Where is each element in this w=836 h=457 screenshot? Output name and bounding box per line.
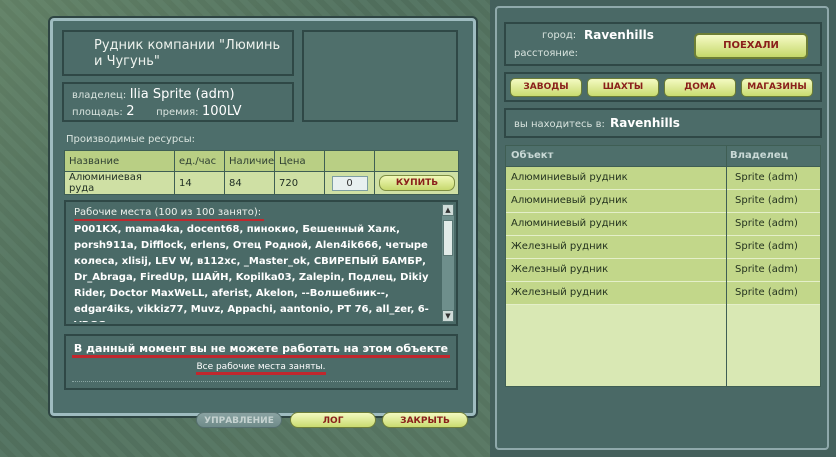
buy-button[interactable]: КУПИТЬ (379, 175, 455, 191)
object-title-box: Рудник компании "Люминь и Чугунь" (62, 30, 294, 76)
resources-header-row: Название ед./час Наличие Цена (64, 150, 459, 172)
area-label: площадь: (72, 107, 123, 118)
col-perhour-header: ед./час (174, 150, 225, 172)
go-button[interactable]: ПОЕХАЛИ (694, 33, 808, 59)
table-row[interactable]: Железный рудник Sprite (adm) (506, 236, 820, 259)
object-name: Железный рудник (511, 241, 609, 252)
table-row[interactable]: Железный рудник Sprite (adm) (506, 259, 820, 282)
col-qty-header (324, 150, 375, 172)
object-title: Рудник компании "Люминь и Чугунь" (94, 38, 281, 69)
col-object-header: Объект (511, 150, 554, 161)
quantity-input[interactable]: 0 (331, 175, 368, 191)
resource-name: Алюминиевая руда (64, 171, 175, 195)
scroll-up-icon[interactable]: ▲ (442, 204, 454, 216)
location-value: Ravenhills (610, 116, 680, 130)
object-owner: Sprite (adm) (735, 195, 798, 206)
area-value: 2 (126, 104, 135, 119)
table-row[interactable]: Алюминиевый рудник Sprite (adm) (506, 167, 820, 190)
col-name-header: Название (64, 150, 175, 172)
objects-table: Объект Владелец Алюминиевый рудник Sprit… (505, 145, 821, 387)
current-location: вы находитесь в: Ravenhills (504, 108, 822, 138)
owner-name: Ilia Sprite (adm) (129, 87, 235, 102)
owner-info: владелец: Ilia Sprite (adm) площадь: 2 п… (62, 82, 294, 122)
object-name: Железный рудник (511, 287, 609, 298)
buy-cell: КУПИТЬ (374, 171, 459, 195)
objects-header-row: Объект Владелец (506, 146, 820, 167)
table-row[interactable]: Алюминиевый рудник Sprite (adm) (506, 190, 820, 213)
workers-scrollbar[interactable]: ▲ ▼ (442, 204, 454, 322)
table-row[interactable]: Алюминиевый рудник Sprite (adm) (506, 213, 820, 236)
object-owner: Sprite (adm) (735, 264, 798, 275)
city-name: Ravenhills (584, 28, 654, 42)
resource-stock: 84 (224, 171, 275, 195)
workers-list: P001KX, mama4ka, docent68, пинокио, Беше… (74, 224, 429, 322)
manage-button[interactable]: УПРАВЛЕНИЕ (196, 412, 282, 428)
tab-factories[interactable]: ЗАВОДЫ (510, 78, 582, 97)
owner-label: владелец: (72, 90, 127, 101)
object-owner: Sprite (adm) (735, 172, 798, 183)
object-name: Алюминиевый рудник (511, 218, 628, 229)
object-owner: Sprite (adm) (735, 218, 798, 229)
tab-houses[interactable]: ДОМА (664, 78, 736, 97)
close-button[interactable]: ЗАКРЫТЬ (382, 412, 468, 428)
object-name: Алюминиевый рудник (511, 195, 628, 206)
bonus-label: премия: (156, 107, 199, 118)
column-divider (726, 146, 727, 386)
city-label: город: (542, 30, 577, 41)
table-row: Алюминиевая руда 14 84 720 0 КУПИТЬ (64, 171, 459, 195)
log-button[interactable]: ЛОГ (290, 412, 376, 428)
divider (72, 381, 450, 382)
col-owner-header: Владелец (730, 150, 789, 161)
object-image (302, 30, 458, 122)
workers-header: Рабочие места (100 из 100 занято): (74, 206, 264, 221)
col-action-header (374, 150, 459, 172)
resources-table: Название ед./час Наличие Цена Алюминиева… (64, 150, 459, 195)
bonus-value: 100LV (202, 104, 242, 119)
object-name: Железный рудник (511, 264, 609, 275)
resource-price: 720 (274, 171, 325, 195)
resources-caption: Производимые ресурсы: (66, 134, 196, 145)
workers-box: Рабочие места (100 из 100 занято): P001K… (64, 200, 458, 326)
notice-main: В данный момент вы не можете работать на… (71, 342, 451, 358)
object-owner: Sprite (adm) (735, 241, 798, 252)
col-price-header: Цена (274, 150, 325, 172)
object-name: Алюминиевый рудник (511, 172, 628, 183)
tab-shops[interactable]: МАГАЗИНЫ (741, 78, 813, 97)
resource-per-hour: 14 (174, 171, 225, 195)
table-row[interactable]: Железный рудник Sprite (adm) (506, 282, 820, 305)
notice-box: В данный момент вы не можете работать на… (64, 334, 458, 390)
qty-cell: 0 (324, 171, 375, 195)
workers-text: Рабочие места (100 из 100 занято): P001K… (74, 206, 438, 322)
tab-mines[interactable]: ШАХТЫ (587, 78, 659, 97)
scroll-down-icon[interactable]: ▼ (442, 310, 454, 322)
distance-label: расстояние: (514, 48, 578, 59)
scroll-thumb[interactable] (443, 220, 453, 256)
notice-sub: Все рабочие места заняты. (196, 362, 326, 375)
location-label: вы находитесь в: (514, 119, 605, 130)
object-owner: Sprite (adm) (735, 287, 798, 298)
col-stock-header: Наличие (224, 150, 275, 172)
